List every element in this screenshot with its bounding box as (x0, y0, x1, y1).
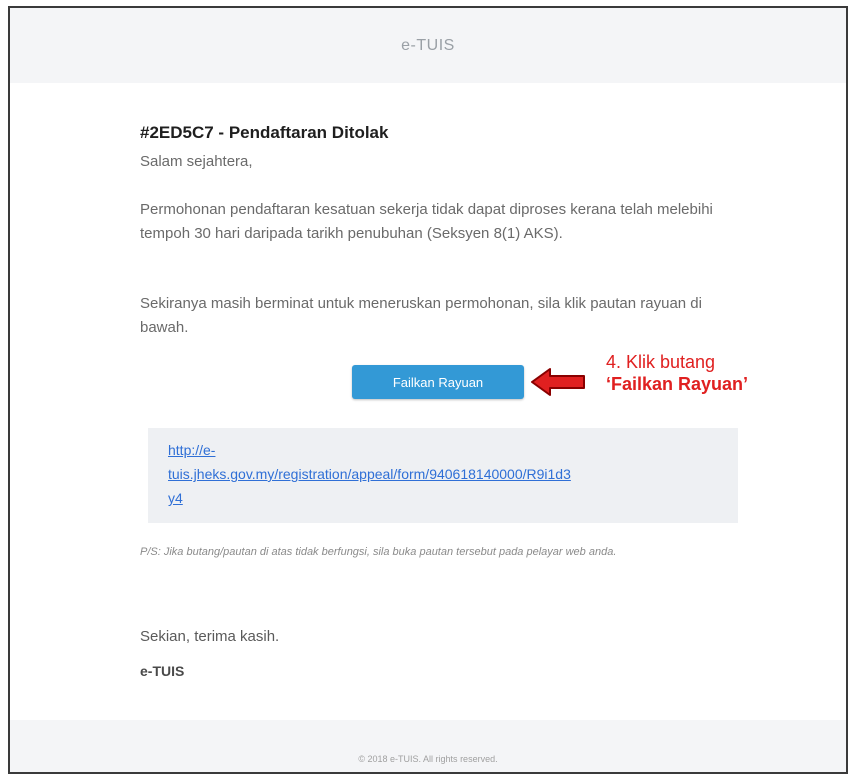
ps-note: P/S: Jika butang/pautan di atas tidak be… (140, 546, 617, 558)
email-subject: #2ED5C7 - Pendaftaran Ditolak (140, 123, 389, 142)
signature: e-TUIS (140, 663, 185, 679)
appeal-link-box: http://e- tuis.jheks.gov.my/registration… (148, 428, 738, 523)
appeal-link-part3: y4 (168, 490, 183, 506)
annotation-button-name: ‘Failkan Rayuan’ (606, 374, 749, 394)
email-footer: © 2018 e-TUIS. All rights reserved. (10, 720, 846, 772)
appeal-link-part1: http://e- (168, 442, 216, 458)
greeting-text: Salam sejahtera, (140, 153, 253, 170)
annotation-step-text: 4. Klik butang (606, 352, 716, 372)
instruction-annotation: 4. Klik butang ‘Failkan Rayuan’ (606, 351, 748, 395)
header-title: e-TUIS (401, 36, 455, 54)
closing-text: Sekian, terima kasih. (140, 628, 280, 645)
appeal-link[interactable]: http://e- tuis.jheks.gov.my/registration… (168, 438, 583, 510)
rejection-paragraph: Permohonan pendaftaran kesatuan sekerja … (140, 201, 713, 242)
email-window: e-TUIS #2ED5C7 - Pendaftaran Ditolak Sal… (8, 6, 848, 774)
file-appeal-button[interactable]: Failkan Rayuan (352, 365, 524, 399)
arrow-left-icon (531, 368, 585, 396)
appeal-link-part2: tuis.jheks.gov.my/registration/appeal/fo… (168, 466, 571, 482)
footer-copyright: © 2018 e-TUIS. All rights reserved. (358, 754, 498, 764)
email-header: e-TUIS (10, 8, 846, 83)
instruction-paragraph: Sekiranya masih berminat untuk meneruska… (140, 295, 702, 336)
